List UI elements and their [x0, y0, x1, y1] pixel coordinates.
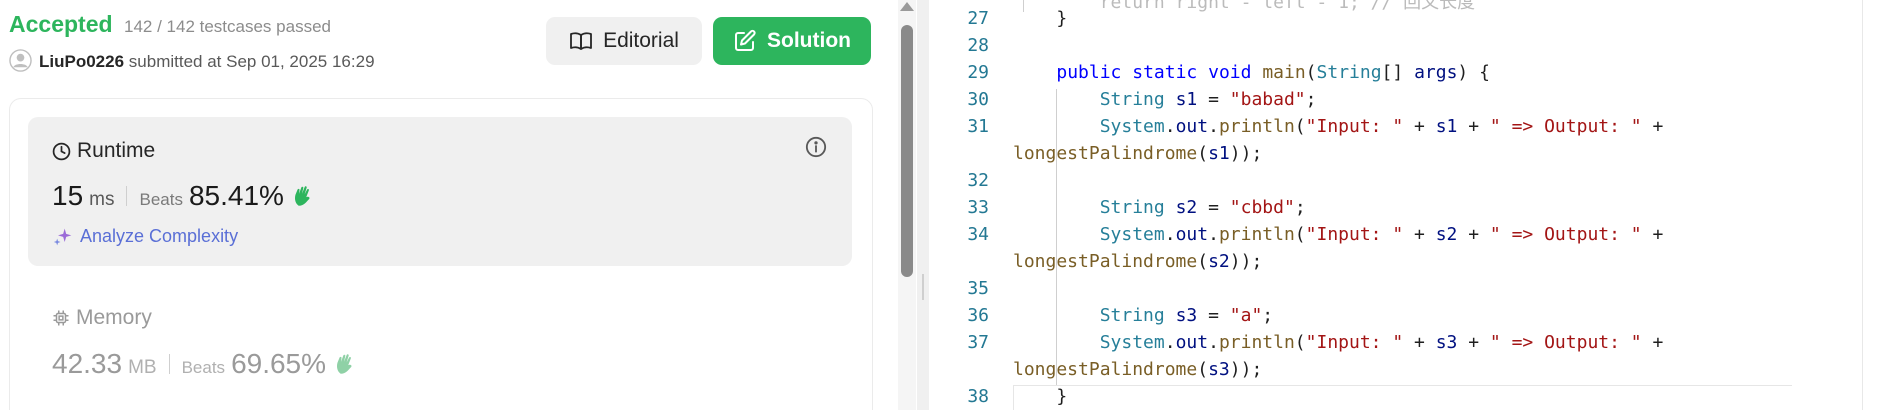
- code-line: longestPalindrome(s1));: [1013, 143, 1263, 164]
- clock-icon: [52, 142, 71, 160]
- waving-hand-icon: [337, 354, 352, 374]
- chip-icon: [53, 310, 69, 326]
- runtime-metric: 15 ms Beats 85.41%: [52, 180, 316, 212]
- line-number: 29: [967, 62, 989, 83]
- line-number: 31: [967, 116, 989, 137]
- code-line-partial: return right - left - 1; // 回文长度: [1013, 0, 1476, 13]
- submitted-by: LiuPo0226 submitted at Sep 01, 2025 16:2…: [39, 52, 375, 72]
- memory-beats-percent: 69.65%: [231, 348, 327, 379]
- info-icon[interactable]: [805, 136, 827, 158]
- runtime-label: Runtime: [77, 139, 156, 162]
- submitted-at: submitted at Sep 01, 2025 16:29: [128, 52, 375, 71]
- code-editor[interactable]: return right - left - 1; // 回文长度 27 } 28 2…: [929, 0, 1883, 410]
- editorial-button[interactable]: Editorial: [546, 17, 702, 65]
- code-line: longestPalindrome(s3));: [1013, 359, 1263, 380]
- analyze-complexity-link[interactable]: Analyze Complexity: [53, 226, 238, 247]
- runtime-value: 15: [52, 180, 84, 211]
- analyze-label: Analyze Complexity: [80, 226, 239, 246]
- username-link[interactable]: LiuPo0226: [39, 52, 124, 71]
- code-line: public static void main(String[] args) {: [1056, 62, 1490, 83]
- code-line: System.out.println("Input: " + s1 + " =>…: [1099, 116, 1664, 137]
- line-number: 28: [967, 35, 989, 56]
- code-line: String s1 = "babad";: [1099, 89, 1317, 110]
- memory-label: Memory: [76, 306, 152, 329]
- code-line: System.out.println("Input: " + s2 + " =>…: [1099, 224, 1664, 245]
- divider: [126, 186, 128, 206]
- indent-guide: [1023, 0, 1024, 12]
- memory-metric: 42.33 MB Beats 69.65%: [52, 348, 358, 380]
- solution-label: Solution: [767, 29, 851, 52]
- edit-icon: [735, 29, 756, 51]
- testcases-summary: 142 / 142 testcases passed: [124, 17, 331, 36]
- line-number: 30: [967, 89, 989, 110]
- line-number: 35: [967, 278, 989, 299]
- memory-value: 42.33: [52, 348, 123, 379]
- line-number: 36: [967, 305, 989, 326]
- line-number: 38: [967, 386, 989, 407]
- book-open-icon: [570, 32, 592, 50]
- runtime-unit: ms: [89, 189, 115, 210]
- code-line: longestPalindrome(s2));: [1013, 251, 1263, 272]
- divider: [168, 354, 170, 374]
- memory-title: Memory: [52, 306, 152, 330]
- line-number: 32: [967, 170, 989, 191]
- submission-status: Accepted: [9, 11, 113, 37]
- sparkle-icon: [53, 228, 72, 245]
- line-number: 37: [967, 332, 989, 353]
- runtime-title: Runtime: [52, 139, 155, 163]
- solution-button[interactable]: Solution: [713, 17, 871, 65]
- editorial-label: Editorial: [603, 29, 679, 52]
- memory-unit: MB: [128, 357, 157, 378]
- line-number: 34: [967, 224, 989, 245]
- editor-ruler: [1862, 0, 1863, 410]
- line-number: 33: [967, 197, 989, 218]
- line-number: 27: [967, 8, 989, 29]
- code-line: }: [1013, 8, 1068, 29]
- current-line-highlight: [1013, 385, 1792, 410]
- panel-resize-handle[interactable]: [917, 0, 929, 410]
- submission-panel: Accepted 142 / 142 testcases passed LiuP…: [0, 0, 888, 410]
- indent-guide: [1056, 89, 1057, 386]
- runtime-beats-label: Beats: [139, 190, 183, 209]
- runtime-beats-percent: 85.41%: [188, 180, 284, 211]
- code-line: String s3 = "a";: [1099, 305, 1274, 326]
- resize-grip-icon: [922, 274, 924, 300]
- scroll-up-arrow-icon[interactable]: [900, 2, 914, 11]
- avatar[interactable]: [9, 49, 32, 72]
- code-line: System.out.println("Input: " + s3 + " =>…: [1099, 332, 1664, 353]
- scrollbar-thumb[interactable]: [901, 25, 913, 277]
- waving-hand-icon: [294, 186, 310, 206]
- memory-beats-label: Beats: [181, 358, 226, 377]
